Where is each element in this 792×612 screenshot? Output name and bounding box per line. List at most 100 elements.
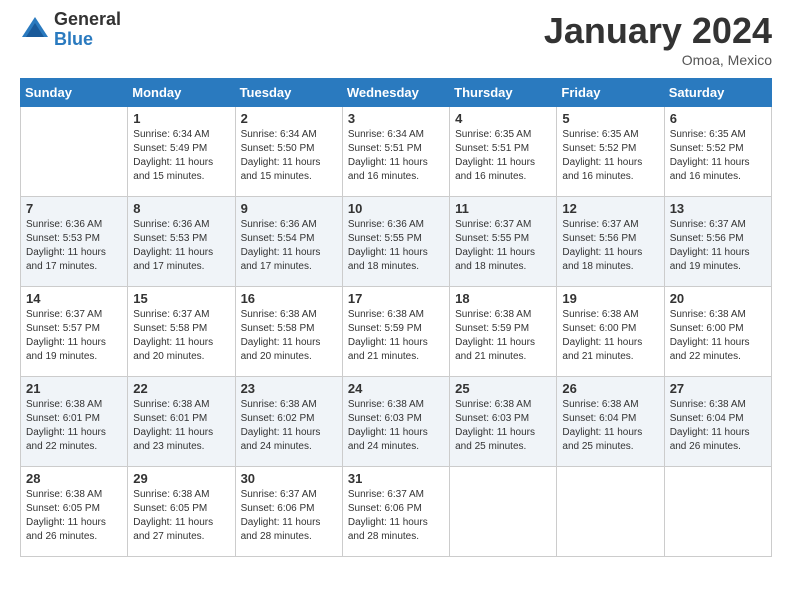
calendar-week-5: 28 Sunrise: 6:38 AMSunset: 6:05 PMDayligh…: [21, 467, 772, 557]
calendar-cell: 19Sunrise: 6:38 AMSunset: 6:00 PMDayligh…: [557, 287, 664, 377]
day-number: 24: [348, 381, 444, 396]
page-header: General Blue January 2024 Omoa, Mexico: [20, 10, 772, 68]
calendar-cell: 24 Sunrise: 6:38 AMSunset: 6:03 PMDayligh…: [342, 377, 449, 467]
calendar-cell: 1 Sunrise: 6:34 AMSunset: 5:49 PMDaylight…: [128, 107, 235, 197]
day-number: 1: [133, 111, 229, 126]
calendar-cell: 4 Sunrise: 6:35 AMSunset: 5:51 PMDaylight…: [450, 107, 557, 197]
day-info: Sunrise: 6:38 AMSunset: 5:59 PMDaylight:…: [455, 308, 551, 364]
calendar-cell: 16 Sunrise: 6:38 AMSunset: 5:58 PMDayligh…: [235, 287, 342, 377]
day-info: Sunrise: 6:37 AMSunset: 5:56 PMDaylight:…: [562, 218, 658, 274]
calendar-cell: 12 Sunrise: 6:37 AMSunset: 5:56 PMDayligh…: [557, 197, 664, 287]
calendar-cell: 31 Sunrise: 6:37 AMSunset: 6:06 PMDayligh…: [342, 467, 449, 557]
day-number: 29: [133, 471, 229, 486]
day-number: 14: [26, 291, 122, 306]
day-number: 2: [241, 111, 337, 126]
day-number: 22: [133, 381, 229, 396]
day-info: Sunrise: 6:37 AMSunset: 5:57 PMDaylight:…: [26, 308, 122, 364]
day-info: Sunrise: 6:38 AMSunset: 6:00 PMDaylight:…: [562, 308, 658, 364]
header-monday: Monday: [128, 79, 235, 107]
day-info: Sunrise: 6:36 AMSunset: 5:54 PMDaylight:…: [241, 218, 337, 274]
calendar-cell: 2 Sunrise: 6:34 AMSunset: 5:50 PMDaylight…: [235, 107, 342, 197]
header-saturday: Saturday: [664, 79, 771, 107]
day-info: Sunrise: 6:36 AMSunset: 5:53 PMDaylight:…: [133, 218, 229, 274]
day-info: Sunrise: 6:38 AMSunset: 6:03 PMDaylight:…: [455, 398, 551, 454]
calendar-cell: [557, 467, 664, 557]
logo-general: General: [54, 10, 121, 30]
day-info: Sunrise: 6:34 AMSunset: 5:51 PMDaylight:…: [348, 128, 444, 184]
day-number: 20: [670, 291, 766, 306]
day-number: 26: [562, 381, 658, 396]
day-info: Sunrise: 6:34 AMSunset: 5:49 PMDaylight:…: [133, 128, 229, 184]
day-info: Sunrise: 6:35 AMSunset: 5:51 PMDaylight:…: [455, 128, 551, 184]
calendar-table: SundayMondayTuesdayWednesdayThursdayFrid…: [20, 78, 772, 557]
calendar-cell: 14 Sunrise: 6:37 AMSunset: 5:57 PMDayligh…: [21, 287, 128, 377]
day-number: 12: [562, 201, 658, 216]
day-info: Sunrise: 6:38 AMSunset: 6:04 PMDaylight:…: [562, 398, 658, 454]
calendar-cell: 13Sunrise: 6:37 AMSunset: 5:56 PMDayligh…: [664, 197, 771, 287]
day-info: Sunrise: 6:38 AMSunset: 6:03 PMDaylight:…: [348, 398, 444, 454]
day-number: 4: [455, 111, 551, 126]
day-number: 10: [348, 201, 444, 216]
header-wednesday: Wednesday: [342, 79, 449, 107]
day-number: 31: [348, 471, 444, 486]
logo-blue: Blue: [54, 30, 121, 50]
day-number: 30: [241, 471, 337, 486]
day-info: Sunrise: 6:38 AMSunset: 5:59 PMDaylight:…: [348, 308, 444, 364]
calendar-cell: 28 Sunrise: 6:38 AMSunset: 6:05 PMDayligh…: [21, 467, 128, 557]
day-number: 3: [348, 111, 444, 126]
day-info: Sunrise: 6:38 AMSunset: 6:02 PMDaylight:…: [241, 398, 337, 454]
header-friday: Friday: [557, 79, 664, 107]
day-info: Sunrise: 6:37 AMSunset: 5:58 PMDaylight:…: [133, 308, 229, 364]
day-number: 21: [26, 381, 122, 396]
day-number: 16: [241, 291, 337, 306]
calendar-week-3: 14 Sunrise: 6:37 AMSunset: 5:57 PMDayligh…: [21, 287, 772, 377]
day-info: Sunrise: 6:35 AMSunset: 5:52 PMDaylight:…: [670, 128, 766, 184]
calendar-cell: 17 Sunrise: 6:38 AMSunset: 5:59 PMDayligh…: [342, 287, 449, 377]
calendar-cell: 10 Sunrise: 6:36 AMSunset: 5:55 PMDayligh…: [342, 197, 449, 287]
calendar-cell: 23Sunrise: 6:38 AMSunset: 6:02 PMDayligh…: [235, 377, 342, 467]
calendar-cell: 15 Sunrise: 6:37 AMSunset: 5:58 PMDayligh…: [128, 287, 235, 377]
month-title: January 2024: [544, 10, 772, 52]
calendar-cell: 21 Sunrise: 6:38 AMSunset: 6:01 PMDayligh…: [21, 377, 128, 467]
logo: General Blue: [20, 10, 121, 50]
calendar-cell: [664, 467, 771, 557]
calendar-cell: 8 Sunrise: 6:36 AMSunset: 5:53 PMDaylight…: [128, 197, 235, 287]
calendar-cell: 9 Sunrise: 6:36 AMSunset: 5:54 PMDaylight…: [235, 197, 342, 287]
calendar-cell: 22 Sunrise: 6:38 AMSunset: 6:01 PMDayligh…: [128, 377, 235, 467]
day-number: 8: [133, 201, 229, 216]
day-number: 7: [26, 201, 122, 216]
calendar-cell: 3 Sunrise: 6:34 AMSunset: 5:51 PMDaylight…: [342, 107, 449, 197]
calendar-header-row: SundayMondayTuesdayWednesdayThursdayFrid…: [21, 79, 772, 107]
day-number: 6: [670, 111, 766, 126]
day-info: Sunrise: 6:34 AMSunset: 5:50 PMDaylight:…: [241, 128, 337, 184]
header-sunday: Sunday: [21, 79, 128, 107]
day-info: Sunrise: 6:35 AMSunset: 5:52 PMDaylight:…: [562, 128, 658, 184]
calendar-week-4: 21 Sunrise: 6:38 AMSunset: 6:01 PMDayligh…: [21, 377, 772, 467]
day-number: 9: [241, 201, 337, 216]
day-number: 17: [348, 291, 444, 306]
day-info: Sunrise: 6:36 AMSunset: 5:53 PMDaylight:…: [26, 218, 122, 274]
day-number: 15: [133, 291, 229, 306]
day-number: 13: [670, 201, 766, 216]
title-block: January 2024 Omoa, Mexico: [544, 10, 772, 68]
calendar-cell: 27Sunrise: 6:38 AMSunset: 6:04 PMDayligh…: [664, 377, 771, 467]
header-tuesday: Tuesday: [235, 79, 342, 107]
calendar-cell: 25Sunrise: 6:38 AMSunset: 6:03 PMDayligh…: [450, 377, 557, 467]
day-info: Sunrise: 6:38 AMSunset: 6:01 PMDaylight:…: [133, 398, 229, 454]
day-info: Sunrise: 6:38 AMSunset: 6:05 PMDaylight:…: [133, 488, 229, 544]
calendar-cell: 7 Sunrise: 6:36 AMSunset: 5:53 PMDaylight…: [21, 197, 128, 287]
day-info: Sunrise: 6:38 AMSunset: 6:05 PMDaylight:…: [26, 488, 122, 544]
day-info: Sunrise: 6:36 AMSunset: 5:55 PMDaylight:…: [348, 218, 444, 274]
day-info: Sunrise: 6:38 AMSunset: 5:58 PMDaylight:…: [241, 308, 337, 364]
location: Omoa, Mexico: [544, 52, 772, 68]
day-info: Sunrise: 6:38 AMSunset: 6:00 PMDaylight:…: [670, 308, 766, 364]
calendar-cell: [450, 467, 557, 557]
day-number: 18: [455, 291, 551, 306]
calendar-cell: 26 Sunrise: 6:38 AMSunset: 6:04 PMDayligh…: [557, 377, 664, 467]
calendar-week-1: 1 Sunrise: 6:34 AMSunset: 5:49 PMDaylight…: [21, 107, 772, 197]
day-number: 28: [26, 471, 122, 486]
day-info: Sunrise: 6:37 AMSunset: 6:06 PMDaylight:…: [241, 488, 337, 544]
day-info: Sunrise: 6:38 AMSunset: 6:01 PMDaylight:…: [26, 398, 122, 454]
day-info: Sunrise: 6:37 AMSunset: 6:06 PMDaylight:…: [348, 488, 444, 544]
logo-text: General Blue: [54, 10, 121, 50]
